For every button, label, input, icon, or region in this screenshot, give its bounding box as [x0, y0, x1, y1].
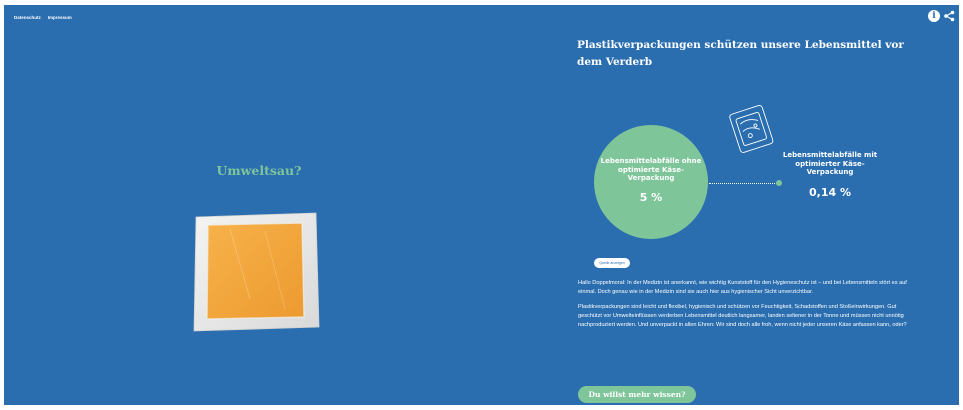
main-stage: Datenschutz Impressum i Umweltsau? Plast… — [4, 5, 959, 405]
paragraph: Plastikverpackungen sind leicht und flex… — [578, 303, 907, 329]
comparison-connector — [709, 183, 777, 184]
waste-without-label: Lebensmittelabfälle ohne optimierte Käse… — [600, 157, 702, 182]
share-icon[interactable] — [943, 10, 955, 22]
packaging-sketch-icon — [729, 105, 774, 153]
privacy-link[interactable]: Datenschutz — [14, 15, 41, 20]
page: Datenschutz Impressum i Umweltsau? Plast… — [0, 0, 963, 410]
waste-with-label: Lebensmittelabfälle mit optimierter Käse… — [782, 151, 878, 176]
info-icon[interactable]: i — [928, 10, 940, 22]
section-heading: Plastikverpackungen schützen unsere Lebe… — [577, 39, 904, 68]
show-source-button[interactable]: Quelle anzeigen — [594, 258, 630, 268]
learn-more-button[interactable]: Du willst mehr wissen? — [578, 386, 696, 403]
body-text: Hallo Doppelmoral: In der Medizin ist an… — [578, 279, 908, 335]
top-nav: Datenschutz Impressum — [14, 15, 72, 20]
cheese-pack-image — [193, 212, 320, 332]
imprint-link[interactable]: Impressum — [48, 15, 72, 20]
left-title: Umweltsau? — [216, 163, 302, 178]
paragraph: Hallo Doppelmoral: In der Medizin ist an… — [578, 280, 907, 296]
waste-with-value: 0,14 % — [809, 186, 851, 199]
waste-without-value: 5 % — [639, 191, 663, 204]
